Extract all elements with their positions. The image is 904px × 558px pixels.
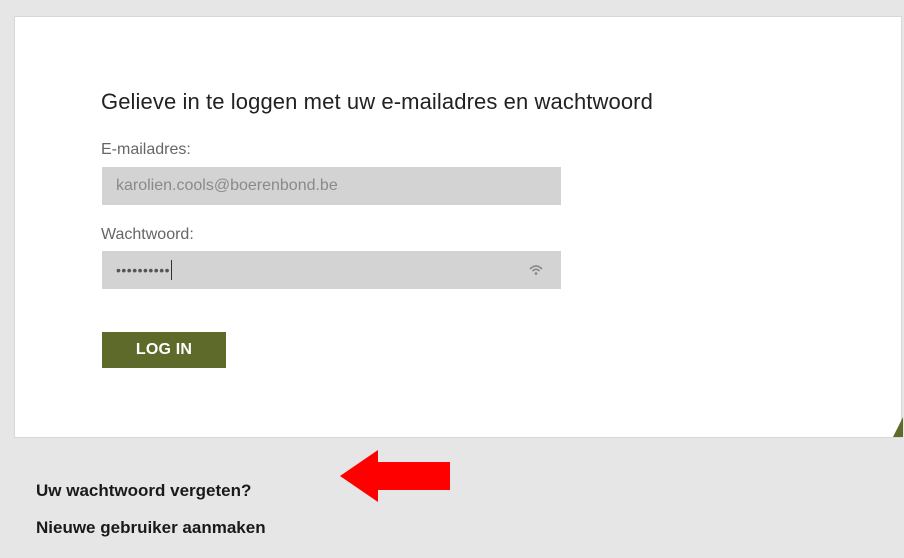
email-label: E-mailadres:	[101, 141, 191, 158]
password-label: Wachtwoord:	[101, 226, 194, 243]
forgot-password-link[interactable]: Uw wachtwoord vergeten?	[36, 481, 251, 501]
login-card: Gelieve in te loggen met uw e-mailadres …	[14, 16, 903, 438]
corner-decoration	[893, 417, 903, 437]
page: Gelieve in te loggen met uw e-mailadres …	[0, 0, 904, 558]
create-user-link[interactable]: Nieuwe gebruiker aanmaken	[36, 518, 266, 538]
login-heading: Gelieve in te loggen met uw e-mailadres …	[101, 89, 653, 114]
text-caret	[171, 260, 173, 280]
red-arrow-left-icon	[340, 450, 450, 502]
login-button[interactable]: LOG IN	[102, 332, 226, 368]
reveal-password-icon[interactable]	[529, 264, 543, 276]
password-masked-value: ••••••••••	[116, 262, 171, 278]
password-field[interactable]: ••••••••••	[102, 251, 561, 289]
email-value: karolien.cools@boerenbond.be	[116, 177, 338, 194]
email-field[interactable]: karolien.cools@boerenbond.be	[102, 167, 561, 205]
